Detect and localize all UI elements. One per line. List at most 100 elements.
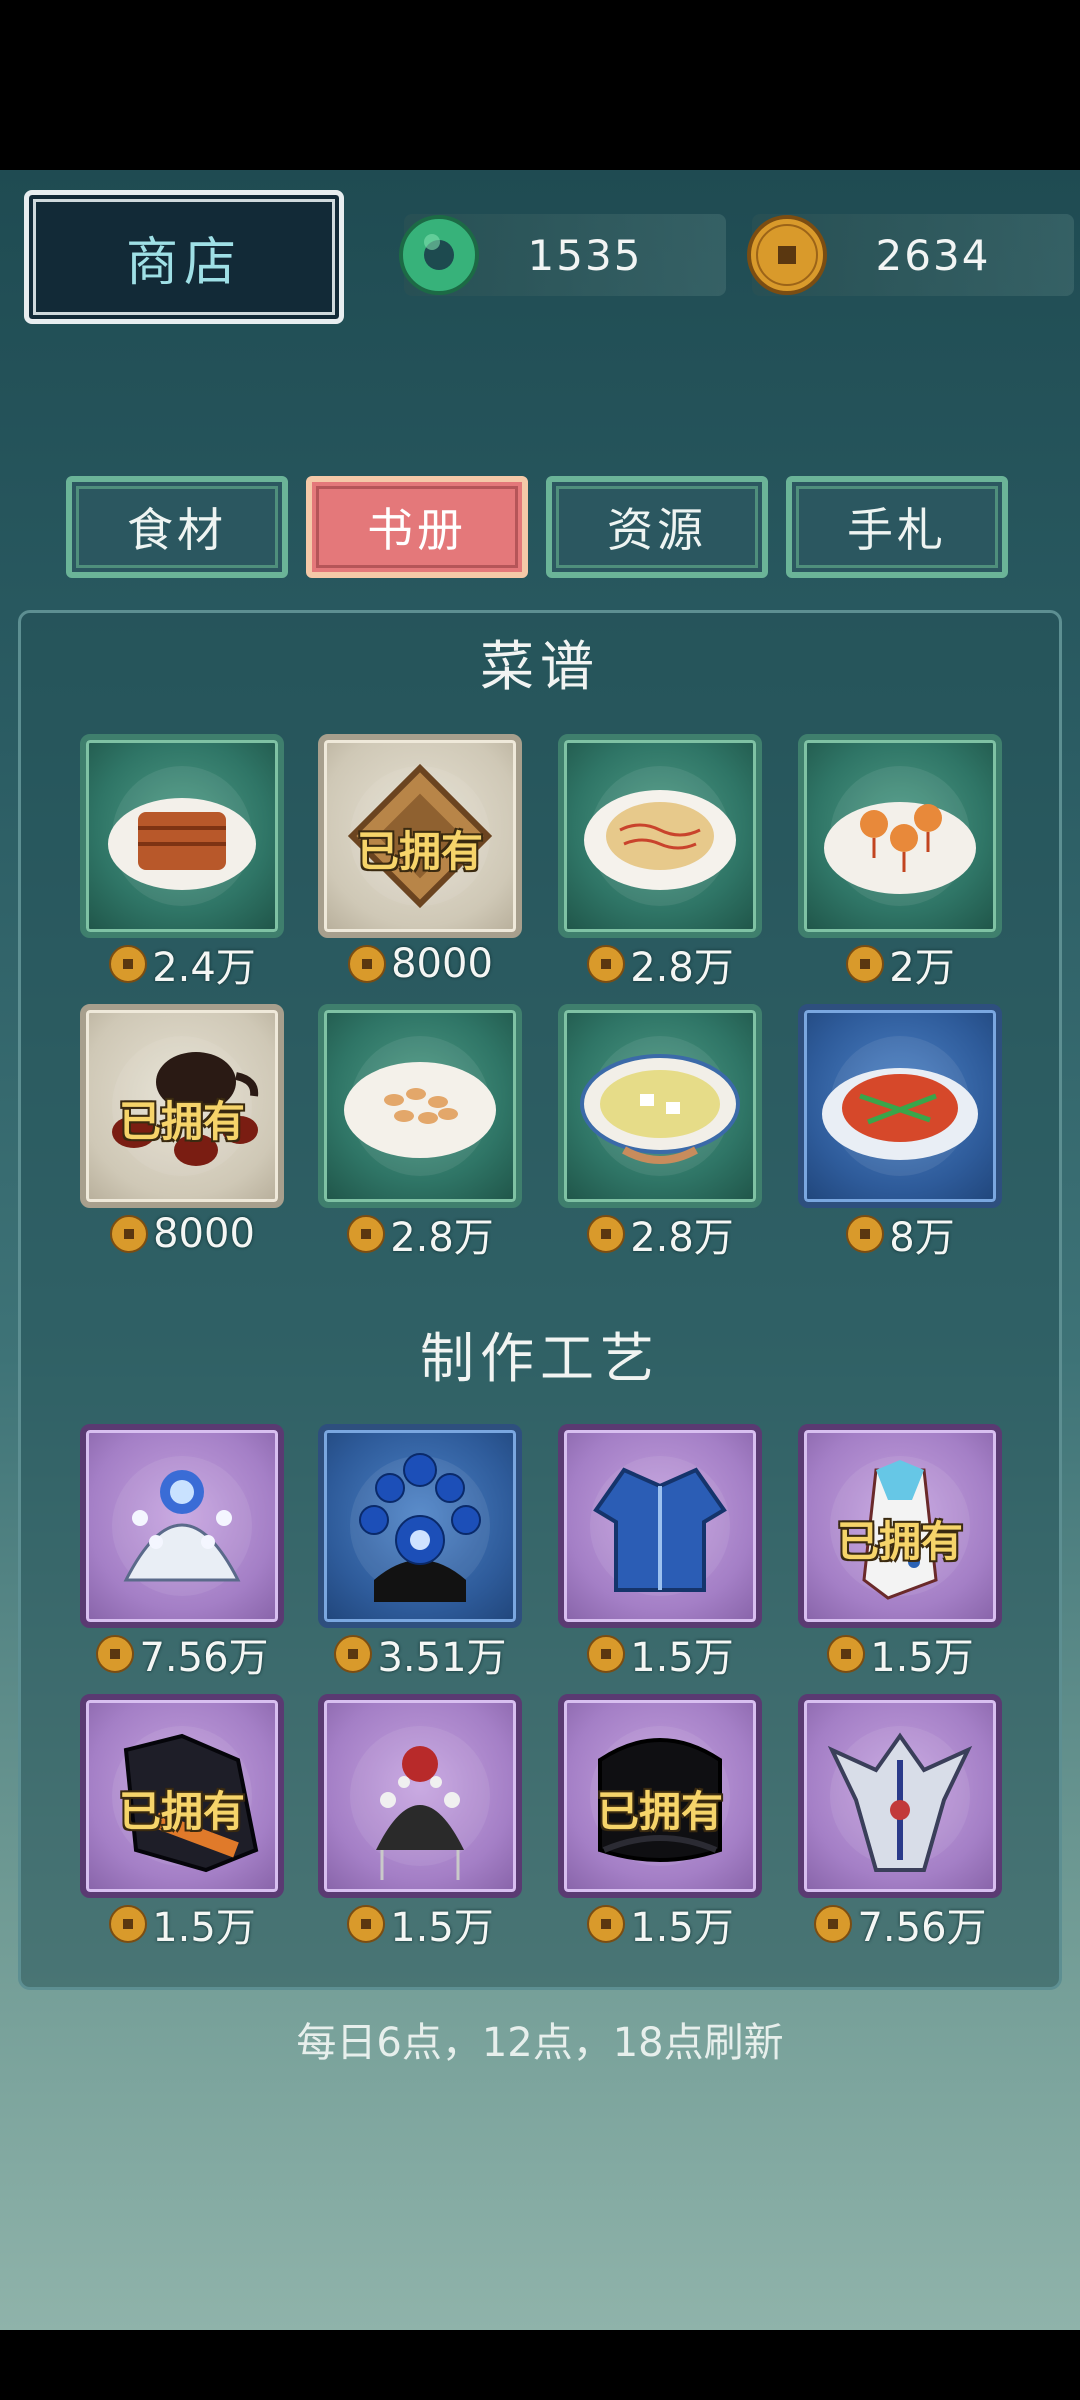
jade-ring-icon xyxy=(399,215,479,295)
copper-coin-icon xyxy=(587,1215,626,1253)
item-card[interactable] xyxy=(558,734,762,938)
shop-item[interactable]: 1.5万 xyxy=(558,1424,762,1681)
shop-item[interactable]: 7.56万 xyxy=(798,1694,1002,1951)
item-price: 2.4万 xyxy=(80,942,284,991)
item-price: 1.5万 xyxy=(80,1902,284,1951)
shop-item[interactable]: 已拥有 1.5万 xyxy=(80,1694,284,1951)
tab-label: 资源 xyxy=(607,503,707,557)
shop-item[interactable]: 3.51万 xyxy=(318,1424,522,1681)
price-value: 1.5万 xyxy=(630,1635,734,1681)
item-price: 7.56万 xyxy=(798,1902,1002,1951)
item-price: 8000 xyxy=(80,1211,284,1257)
item-price: 2.8万 xyxy=(558,942,762,991)
shop-item[interactable]: 2.8万 xyxy=(318,1004,522,1261)
tab-books[interactable]: 书册 xyxy=(306,476,528,578)
item-price: 8万 xyxy=(798,1212,1002,1261)
item-price: 2.8万 xyxy=(318,1212,522,1261)
price-value: 3.51万 xyxy=(377,1635,507,1681)
red-headdress-icon xyxy=(350,1726,490,1880)
item-card[interactable]: 已拥有 xyxy=(798,1424,1002,1628)
copper-coin-icon xyxy=(347,1905,386,1943)
copper-coin-icon xyxy=(109,945,148,983)
silver-armor-icon xyxy=(827,1726,973,1872)
tab-label: 食材 xyxy=(127,503,227,557)
copper-coin-icon xyxy=(587,1635,626,1673)
price-value: 2.8万 xyxy=(630,945,734,991)
owned-badge: 已拥有 xyxy=(836,1517,963,1566)
item-card[interactable] xyxy=(318,1004,522,1208)
shop-item[interactable]: 8万 xyxy=(798,1004,1002,1261)
item-card[interactable] xyxy=(318,1694,522,1898)
copper-coin-icon xyxy=(334,1635,373,1673)
shop-item[interactable]: 2.8万 xyxy=(558,1004,762,1261)
copper-coin-icon xyxy=(348,945,387,983)
item-card[interactable]: 已拥有 xyxy=(80,1694,284,1898)
price-value: 8万 xyxy=(889,1215,955,1261)
section-title-recipes: 菜谱 xyxy=(480,635,600,698)
item-card[interactable] xyxy=(318,1424,522,1628)
tofu-soup-bowl-icon xyxy=(580,1036,740,1176)
item-price: 1.5万 xyxy=(798,1632,1002,1681)
owned-badge: 已拥有 xyxy=(118,1097,245,1146)
shop-item[interactable]: 已拥有 1.5万 xyxy=(798,1424,1002,1681)
item-price: 2万 xyxy=(798,942,1002,991)
item-card[interactable] xyxy=(80,734,284,938)
tab-resources[interactable]: 资源 xyxy=(546,476,768,578)
price-value: 8000 xyxy=(391,941,493,987)
item-card[interactable]: 已拥有 xyxy=(318,734,522,938)
item-card[interactable] xyxy=(558,1004,762,1208)
price-value: 2.8万 xyxy=(630,1215,734,1261)
tab-label: 书册 xyxy=(367,503,467,557)
braised-pork-dish-icon xyxy=(108,766,256,906)
tab-label: 手札 xyxy=(847,503,947,557)
section-title-crafting: 制作工艺 xyxy=(420,1327,660,1390)
item-price: 2.8万 xyxy=(558,1212,762,1261)
shop-item[interactable]: 已拥有 8000 xyxy=(80,1004,284,1257)
item-card[interactable] xyxy=(558,1424,762,1628)
refresh-note: 每日6点，12点，18点刷新 xyxy=(296,2020,784,2066)
tab-notes[interactable]: 手札 xyxy=(786,476,1008,578)
price-value: 1.5万 xyxy=(870,1635,974,1681)
copper-coin-icon xyxy=(347,1215,386,1253)
item-card[interactable] xyxy=(80,1424,284,1628)
price-value: 1.5万 xyxy=(630,1905,734,1951)
price-value: 2.4万 xyxy=(152,945,256,991)
tab-ingredients[interactable]: 食材 xyxy=(66,476,288,578)
owned-badge: 已拥有 xyxy=(356,827,483,876)
coin-currency: 2634 xyxy=(747,214,1074,296)
price-value: 7.56万 xyxy=(139,1635,269,1681)
shop-title-plate: 商店 xyxy=(24,190,344,324)
copper-coin-icon xyxy=(747,215,827,295)
shredded-stir-fry-dish-icon xyxy=(584,766,736,906)
shop-item[interactable]: 7.56万 xyxy=(80,1424,284,1681)
copper-coin-icon xyxy=(96,1635,135,1673)
price-value: 2.8万 xyxy=(390,1215,494,1261)
copper-coin-icon xyxy=(827,1635,866,1673)
owned-badge: 已拥有 xyxy=(596,1787,723,1836)
copper-coin-icon xyxy=(846,945,885,983)
item-price: 1.5万 xyxy=(558,1632,762,1681)
shop-item[interactable]: 2.4万 xyxy=(80,734,284,991)
item-price: 8000 xyxy=(318,941,522,987)
peanut-dish-icon xyxy=(344,1036,496,1176)
shop-item[interactable]: 1.5万 xyxy=(318,1694,522,1951)
item-price: 1.5万 xyxy=(318,1902,522,1951)
copper-coin-icon xyxy=(587,1905,626,1943)
copper-coin-icon xyxy=(846,1215,885,1253)
item-card[interactable]: 已拥有 xyxy=(558,1694,762,1898)
shop-item[interactable]: 2.8万 xyxy=(558,734,762,991)
copper-coin-icon xyxy=(587,945,626,983)
page-title: 商店 xyxy=(125,232,242,293)
copper-coin-icon xyxy=(814,1905,853,1943)
shop-item[interactable]: 已拥有 8000 xyxy=(318,734,522,987)
nav-bar-area xyxy=(0,2330,1080,2400)
shop-item[interactable]: 已拥有 1.5万 xyxy=(558,1694,762,1951)
item-price: 1.5万 xyxy=(558,1902,762,1951)
item-card[interactable] xyxy=(798,1694,1002,1898)
item-card[interactable] xyxy=(798,734,1002,938)
price-value: 7.56万 xyxy=(857,1905,987,1951)
item-card[interactable] xyxy=(798,1004,1002,1208)
item-card[interactable]: 已拥有 xyxy=(80,1004,284,1208)
shop-item[interactable]: 2万 xyxy=(798,734,1002,991)
price-value: 1.5万 xyxy=(390,1905,494,1951)
